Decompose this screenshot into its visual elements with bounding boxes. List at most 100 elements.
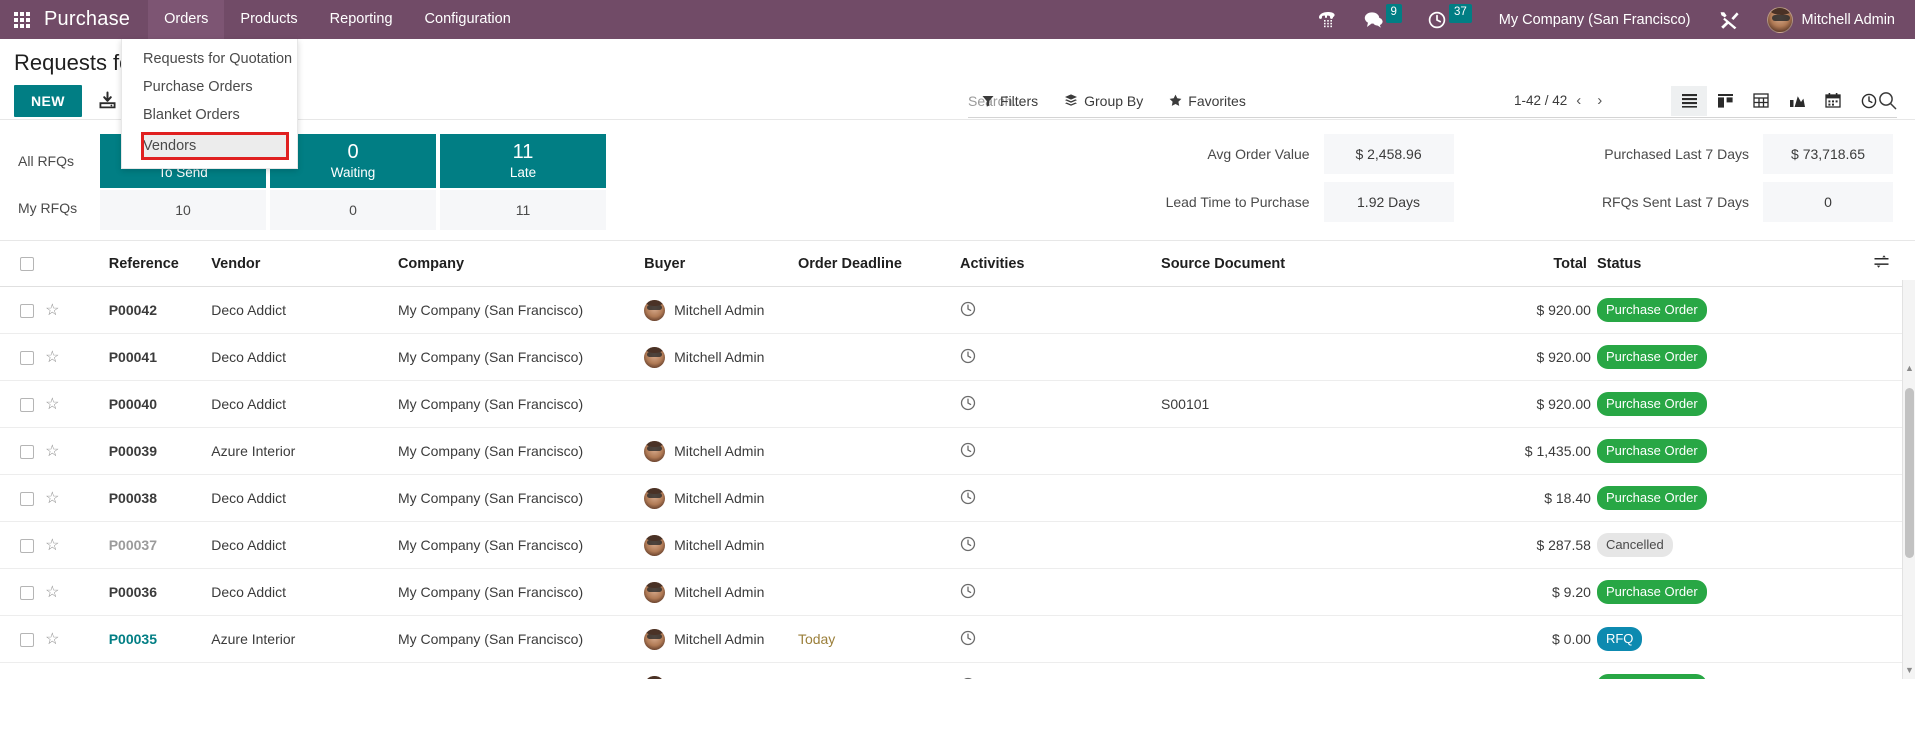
row-select-cell[interactable]	[0, 521, 46, 569]
dropdown-item-blanket-orders[interactable]: Blanket Orders	[122, 101, 297, 129]
table-row[interactable]: ☆ P00039 Azure Interior My Company (San Fra…	[0, 427, 1915, 475]
cell-activities[interactable]	[960, 474, 1162, 522]
kpi-my-to-send[interactable]: 10	[100, 190, 266, 230]
cell-activities[interactable]	[960, 662, 1162, 679]
menu-products[interactable]: Products	[224, 0, 313, 39]
dropdown-item-requests-for-quotation[interactable]: Requests for Quotation	[122, 45, 297, 73]
star-icon[interactable]: ☆	[45, 537, 59, 554]
table-row[interactable]: ☆ P00036 Deco Addict My Company (San Franci…	[0, 568, 1915, 616]
star-icon[interactable]: ☆	[45, 443, 59, 460]
header-buyer[interactable]: Buyer	[644, 241, 798, 287]
row-select-cell[interactable]	[0, 333, 46, 381]
activities-clock-icon[interactable]: 37	[1415, 0, 1485, 39]
cell-reference[interactable]: P00042	[108, 286, 212, 334]
table-row[interactable]: ☆ P00034Deco AddictMy Company (San Franci…	[0, 662, 1915, 679]
header-order-deadline[interactable]: Order Deadline	[797, 241, 960, 287]
download-icon[interactable]	[98, 91, 117, 110]
activity-view-button[interactable]	[1851, 86, 1887, 116]
select-all-header[interactable]	[0, 241, 46, 287]
star-icon[interactable]: ☆	[45, 490, 59, 507]
table-row[interactable]: ☆ P00035 Azure Interior My Company (San Fra…	[0, 615, 1915, 663]
star-icon[interactable]: ☆	[45, 302, 59, 319]
star-icon[interactable]: ☆	[45, 631, 59, 648]
activity-clock-icon[interactable]	[960, 583, 976, 602]
star-icon[interactable]: ☆	[45, 584, 59, 601]
messages-icon[interactable]: 9	[1351, 0, 1415, 39]
phone-icon[interactable]	[1305, 0, 1351, 39]
vertical-scrollbar[interactable]: ▲ ▼	[1902, 280, 1915, 679]
tools-wrench-icon[interactable]	[1705, 0, 1753, 39]
pager-previous[interactable]: ‹	[1569, 90, 1588, 111]
app-brand-purchase[interactable]: Purchase	[44, 8, 148, 31]
graph-view-button[interactable]	[1779, 86, 1815, 116]
row-favorite-cell[interactable]: ☆	[45, 380, 109, 428]
row-favorite-cell[interactable]: ☆	[45, 568, 109, 616]
row-checkbox[interactable]	[20, 633, 34, 648]
header-status[interactable]: Status	[1596, 241, 1874, 287]
row-select-cell[interactable]	[0, 662, 46, 679]
group-by-dropdown[interactable]: Group By	[1064, 93, 1143, 109]
pivot-view-button[interactable]	[1743, 86, 1779, 116]
cell-reference[interactable]: P00035	[108, 615, 212, 663]
row-favorite-cell[interactable]: ☆	[45, 333, 109, 381]
cell-activities[interactable]	[960, 568, 1162, 616]
row-favorite-cell[interactable]: ☆	[45, 662, 109, 679]
row-select-cell[interactable]	[0, 474, 46, 522]
cell-reference[interactable]: P00041	[108, 333, 212, 381]
activity-clock-icon[interactable]	[960, 348, 976, 367]
dropdown-item-vendors[interactable]: Vendors	[141, 132, 289, 160]
kpi-my-late[interactable]: 11	[440, 190, 606, 230]
row-select-cell[interactable]	[0, 615, 46, 663]
row-checkbox[interactable]	[20, 398, 34, 413]
row-favorite-cell[interactable]: ☆	[45, 427, 109, 475]
header-company[interactable]: Company	[397, 241, 645, 287]
cell-activities[interactable]	[960, 615, 1162, 663]
row-checkbox[interactable]	[20, 304, 34, 319]
row-select-cell[interactable]	[0, 380, 46, 428]
row-checkbox[interactable]	[20, 586, 34, 601]
activity-clock-icon[interactable]	[960, 442, 976, 461]
row-checkbox[interactable]	[20, 492, 34, 507]
activity-clock-icon[interactable]	[960, 677, 976, 679]
table-row[interactable]: ☆ P00038 Deco Addict My Company (San Franci…	[0, 474, 1915, 522]
company-selector[interactable]: My Company (San Francisco)	[1485, 12, 1705, 28]
cell-activities[interactable]	[960, 380, 1162, 428]
header-total[interactable]: Total	[1489, 241, 1597, 287]
apps-grid-icon[interactable]	[0, 0, 44, 39]
row-checkbox[interactable]	[20, 445, 34, 460]
row-select-cell[interactable]	[0, 286, 46, 334]
cell-reference[interactable]: P00036	[108, 568, 212, 616]
table-row[interactable]: ☆ P00037 Deco Addict My Company (San Franci…	[0, 521, 1915, 569]
cell-reference[interactable]: P00034	[108, 662, 212, 679]
favorites-dropdown[interactable]: Favorites	[1169, 93, 1246, 109]
cell-reference[interactable]: P00037	[108, 521, 212, 569]
header-source-document[interactable]: Source Document	[1161, 241, 1490, 287]
select-all-checkbox[interactable]	[20, 256, 34, 271]
list-view-button[interactable]	[1671, 85, 1707, 116]
star-icon[interactable]: ☆	[45, 678, 59, 679]
scroll-up-arrow[interactable]: ▲	[1905, 364, 1914, 373]
kanban-view-button[interactable]	[1707, 86, 1743, 116]
pager-next[interactable]: ›	[1590, 90, 1609, 111]
menu-reporting[interactable]: Reporting	[314, 0, 409, 39]
activity-clock-icon[interactable]	[960, 630, 976, 649]
row-checkbox[interactable]	[20, 539, 34, 554]
dropdown-item-purchase-orders[interactable]: Purchase Orders	[122, 73, 297, 101]
new-button[interactable]: NEW	[14, 84, 82, 117]
cell-activities[interactable]	[960, 521, 1162, 569]
cell-activities[interactable]	[960, 286, 1162, 334]
cell-reference[interactable]: P00038	[108, 474, 212, 522]
filters-dropdown[interactable]: Filters	[982, 93, 1038, 109]
calendar-view-button[interactable]	[1815, 86, 1851, 116]
table-row[interactable]: ☆ P00040 Deco Addict My Company (San Franci…	[0, 380, 1915, 428]
star-icon[interactable]: ☆	[45, 349, 59, 366]
row-favorite-cell[interactable]: ☆	[45, 521, 109, 569]
activity-clock-icon[interactable]	[960, 301, 976, 320]
activity-clock-icon[interactable]	[960, 536, 976, 555]
table-row[interactable]: ☆ P00042 Deco Addict My Company (San Franci…	[0, 286, 1915, 334]
cell-activities[interactable]	[960, 427, 1162, 475]
kpi-my-waiting[interactable]: 0	[270, 190, 436, 230]
row-checkbox[interactable]	[20, 351, 34, 366]
star-icon[interactable]: ☆	[45, 396, 59, 413]
row-favorite-cell[interactable]: ☆	[45, 286, 109, 334]
